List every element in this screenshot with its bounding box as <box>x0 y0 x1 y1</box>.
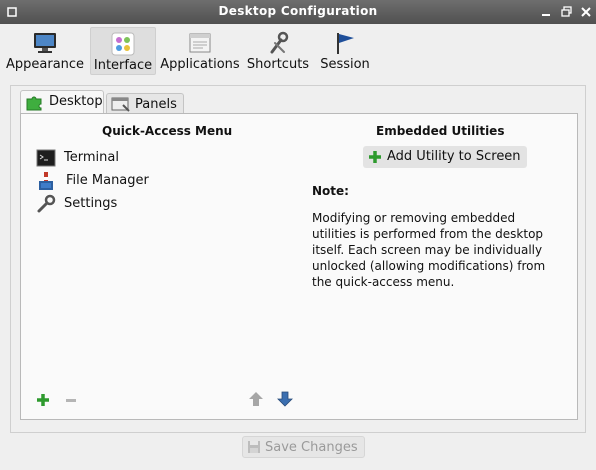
close-icon[interactable] <box>578 4 594 20</box>
terminal-icon <box>36 149 56 167</box>
note-body: Modifying or removing embedded utilities… <box>312 211 546 289</box>
tab-desktop[interactable]: Desktop <box>20 90 104 114</box>
plus-icon <box>369 151 381 163</box>
toolbar-shortcuts[interactable]: Shortcuts <box>246 27 310 75</box>
toolbar-session[interactable]: Session <box>316 27 374 75</box>
save-disk-icon <box>248 441 260 453</box>
tools-icon <box>270 31 289 54</box>
add-utility-button[interactable]: Add Utility to Screen <box>363 146 527 168</box>
title-bar: Desktop Configuration <box>0 0 596 24</box>
move-up-icon[interactable] <box>248 391 264 407</box>
embedded-utilities-heading: Embedded Utilities <box>376 124 505 138</box>
toolbar-interface[interactable]: Interface <box>90 27 156 75</box>
remove-item-icon[interactable] <box>63 392 79 408</box>
quick-access-heading: Quick-Access Menu <box>102 124 233 138</box>
window-title: Desktop Configuration <box>218 4 378 18</box>
desktop-tab-panel: Quick-Access Menu Terminal File Manager … <box>20 113 578 420</box>
save-changes-button[interactable]: Save Changes <box>242 436 365 458</box>
panels-icon <box>111 97 130 112</box>
note-title: Note: <box>312 184 349 198</box>
toolbar-applications[interactable]: Applications <box>160 27 240 75</box>
desktop-puzzle-icon <box>26 96 42 111</box>
interface-grid-icon <box>111 32 135 56</box>
flag-icon <box>337 33 354 54</box>
maximize-icon[interactable] <box>558 4 574 20</box>
wrench-icon <box>37 194 56 213</box>
move-down-icon[interactable] <box>277 391 293 407</box>
minimize-icon[interactable] <box>538 4 554 20</box>
applications-window-icon <box>189 33 211 53</box>
toolbar-appearance[interactable]: Appearance <box>6 27 84 75</box>
tab-panels[interactable]: Panels <box>106 93 184 114</box>
category-toolbar: Appearance Interface Applications Shortc… <box>0 24 596 78</box>
monitor-icon <box>34 33 56 53</box>
file-manager-icon <box>39 172 53 190</box>
add-item-icon[interactable] <box>35 392 51 408</box>
